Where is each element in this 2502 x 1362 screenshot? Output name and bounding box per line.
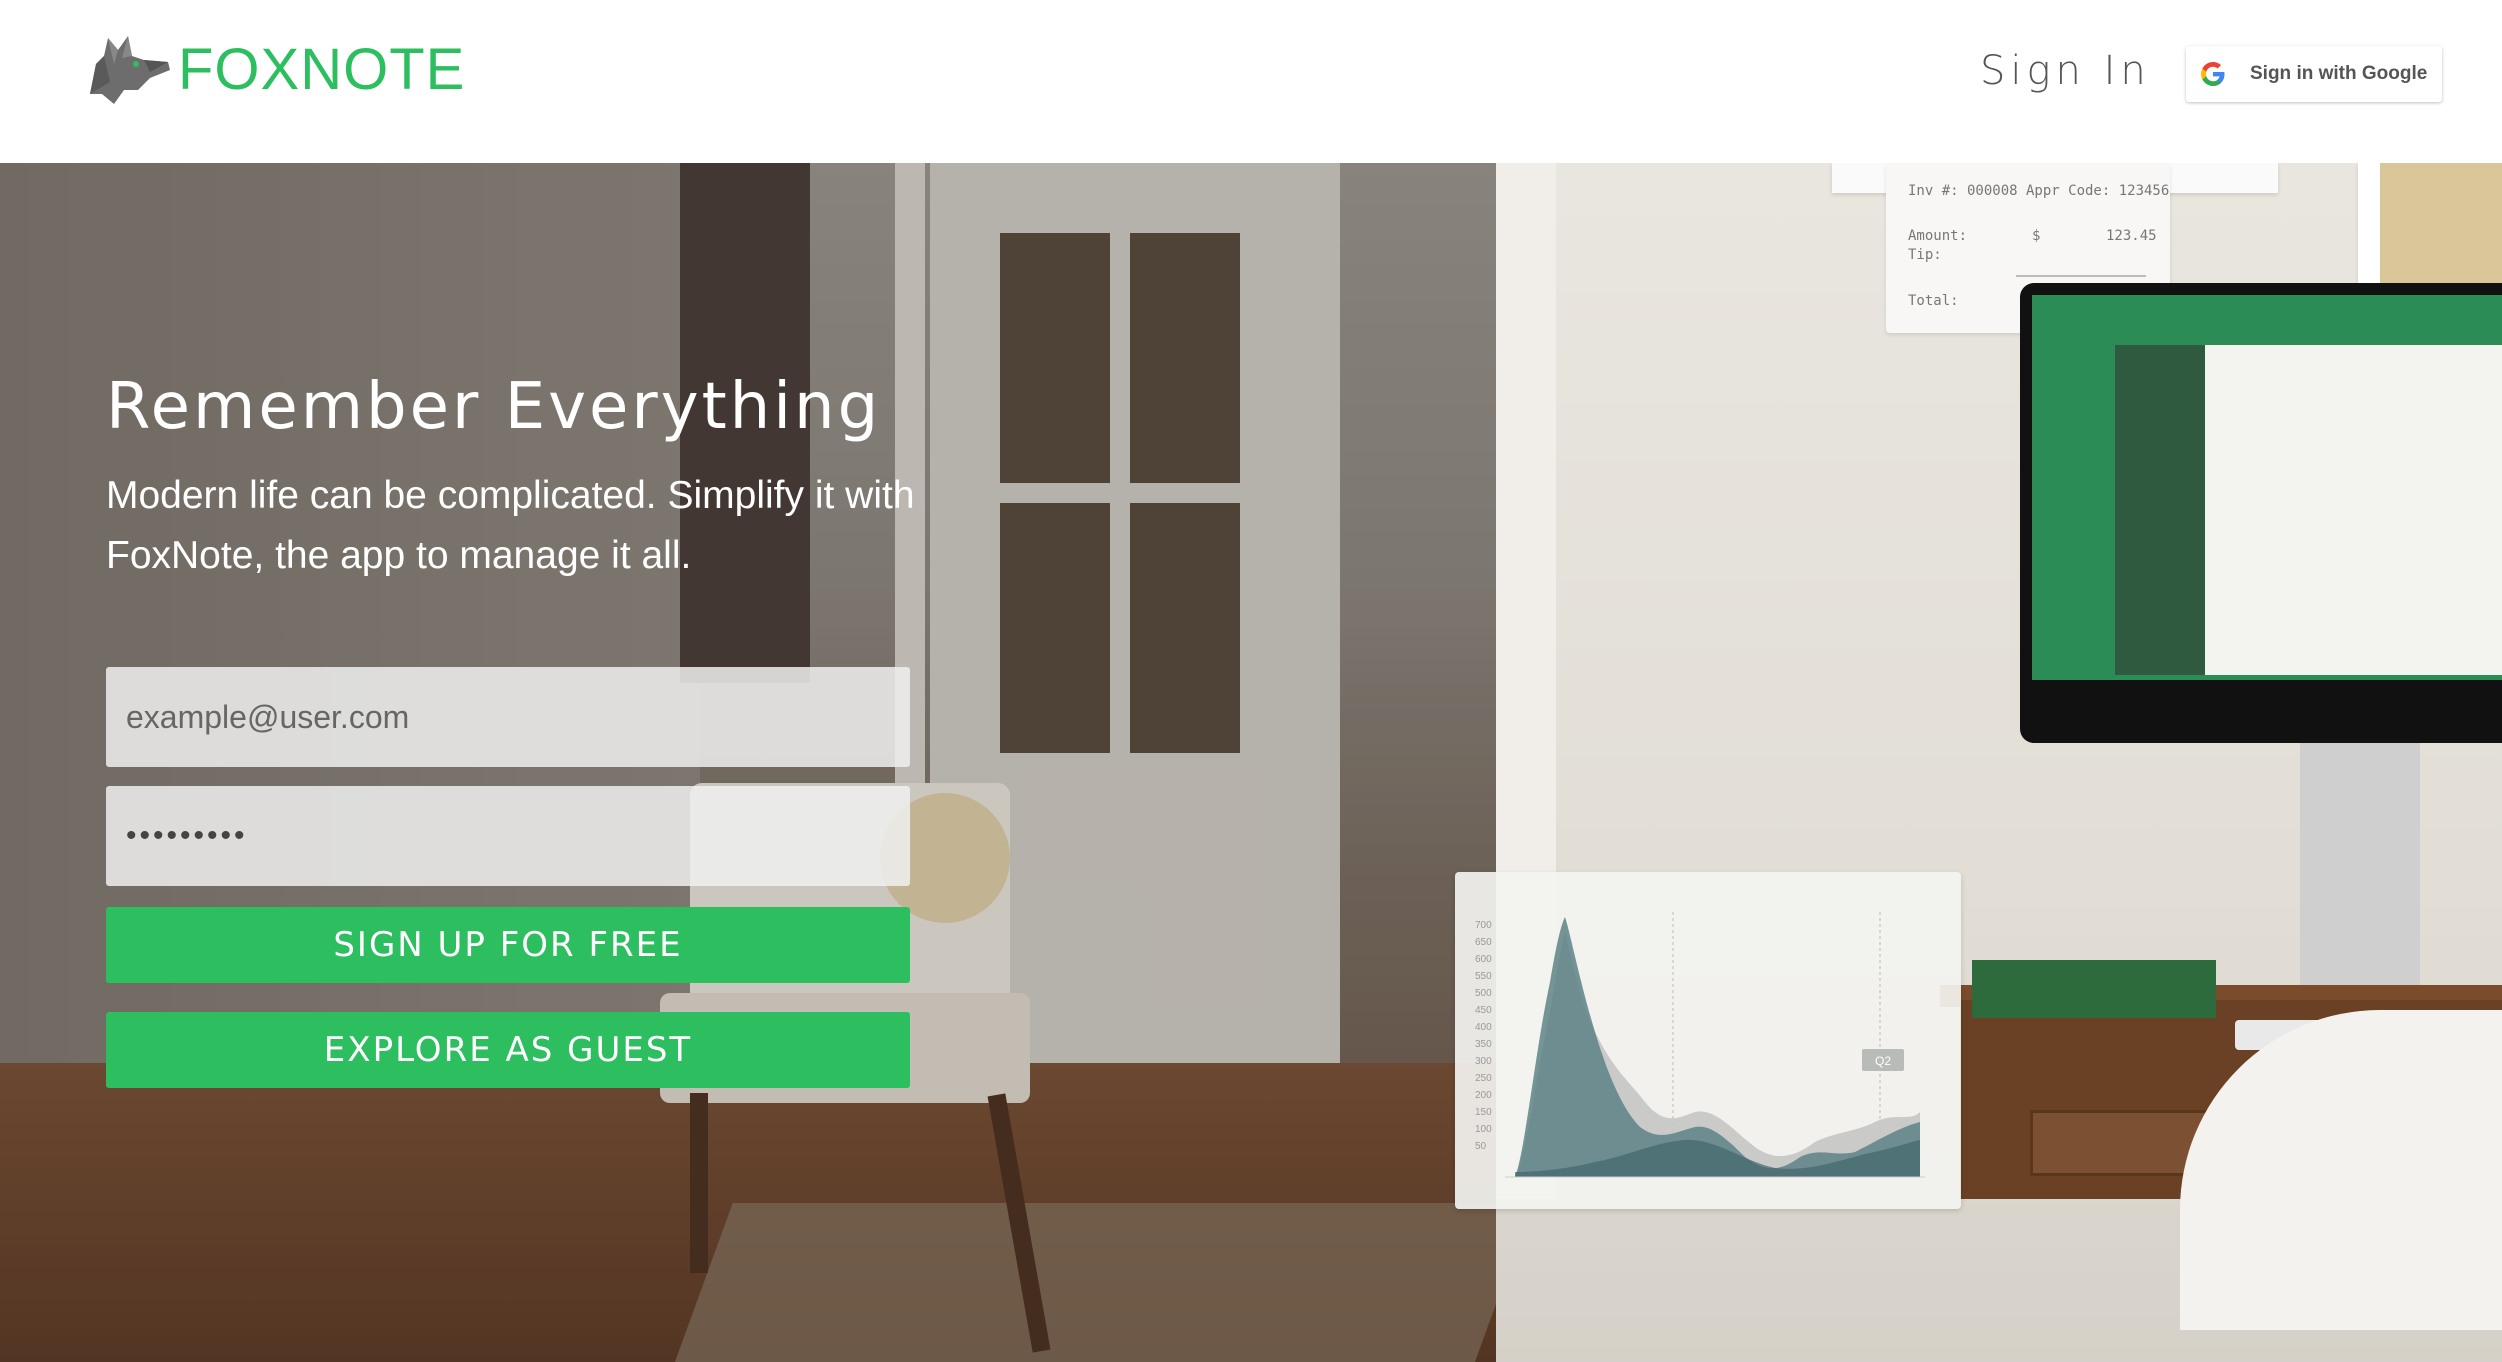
chart-y-tick-label: 300 <box>1475 1056 1492 1067</box>
chart-y-tick-label: 50 <box>1475 1141 1487 1152</box>
chart-y-tick-label: 100 <box>1475 1124 1492 1135</box>
chart-marker-label: Q2 <box>1875 1054 1891 1068</box>
fox-logo-icon <box>90 36 170 104</box>
sign-up-button[interactable]: SIGN UP FOR FREE <box>106 907 910 983</box>
receipt-amount-value: 123.45 <box>2106 228 2157 244</box>
chart-y-tick-label: 700 <box>1475 920 1492 931</box>
chart-y-tick-label: 450 <box>1475 1005 1492 1016</box>
receipt-total-label: Total: <box>1908 293 1959 309</box>
chart-y-tick-label: 350 <box>1475 1039 1492 1050</box>
top-header: FOXNOTE Sign In Sign in with Google <box>0 0 2502 163</box>
receipt-tip-label: Tip: <box>1908 247 1942 263</box>
book <box>1972 960 2216 1018</box>
monitor-app-sidebar <box>2115 345 2205 675</box>
hero-subtitle: Modern life can be complicated. Simplify… <box>106 474 915 577</box>
receipt-amount-label: Amount: <box>1908 228 1968 244</box>
explore-as-guest-button[interactable]: EXPLORE AS GUEST <box>106 1012 910 1088</box>
analytics-chart-card: 700 650 600 550 500 450 400 350 300 250 200 150 100 5… <box>1455 872 1961 1209</box>
email-field[interactable] <box>106 667 910 767</box>
hero-title: Remember Everything <box>106 370 882 444</box>
google-g-icon <box>2201 62 2225 86</box>
chart-y-tick-label: 400 <box>1475 1022 1492 1033</box>
brand-logo[interactable]: FOXNOTE <box>84 30 465 110</box>
brand-name: FOXNOTE <box>178 37 466 102</box>
area-chart-graphic: 700 650 600 550 500 450 400 350 300 250 200 150 100 5… <box>1475 912 1925 1178</box>
monitor-stand <box>2300 743 2420 993</box>
chart-y-tick-label: 150 <box>1475 1107 1492 1118</box>
receipt-line1: Inv #: 000008 Appr Code: 123456 <box>1908 183 2170 199</box>
chart-y-tick-label: 500 <box>1475 988 1492 999</box>
password-field[interactable] <box>106 786 910 886</box>
chart-y-tick-label: 250 <box>1475 1073 1492 1084</box>
google-button-label: Sign in with Google <box>2250 63 2428 84</box>
receipt-amount-currency: $ <box>2032 228 2041 244</box>
chart-y-tick-label: 600 <box>1475 954 1492 965</box>
google-sign-in-button[interactable]: Sign in with Google <box>2186 46 2442 102</box>
sign-in-link[interactable]: Sign In <box>1980 48 2151 94</box>
chart-y-tick-label: 650 <box>1475 937 1492 948</box>
chart-y-tick-label: 200 <box>1475 1090 1492 1101</box>
chart-y-tick-label: 550 <box>1475 971 1492 982</box>
